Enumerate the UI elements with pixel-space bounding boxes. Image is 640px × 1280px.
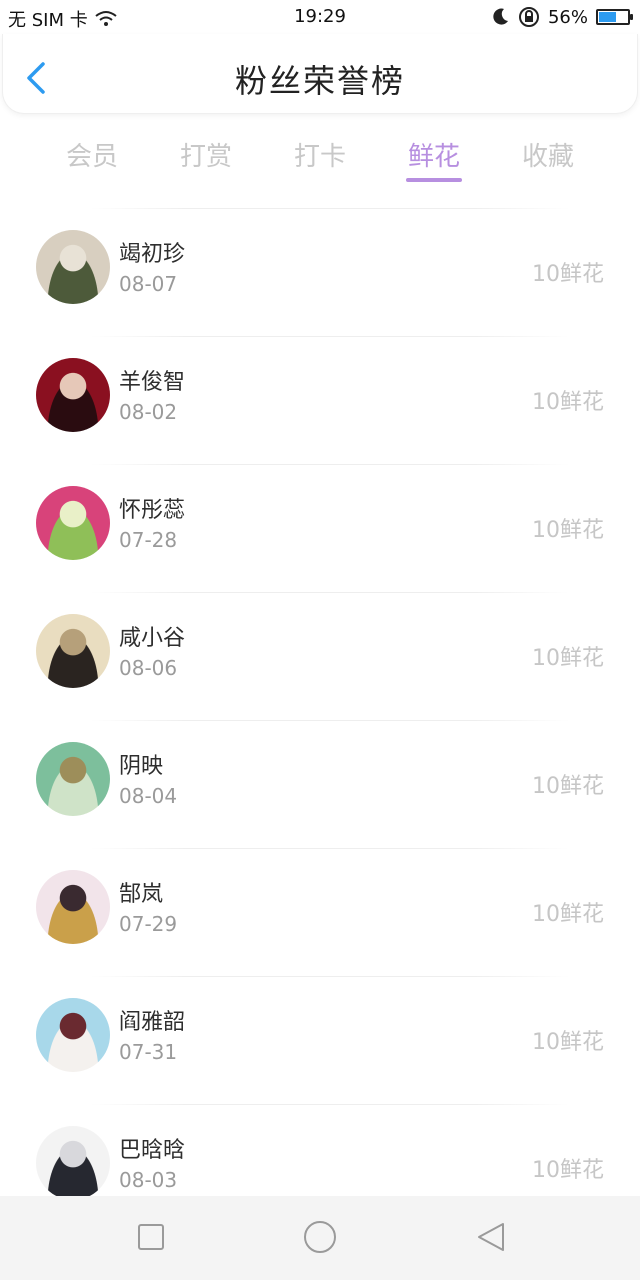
flower-amount: 10鲜花: [532, 262, 604, 287]
list-item[interactable]: 阎雅韶 07-31 10鲜花: [0, 976, 640, 1104]
fan-name: 巴晗晗: [119, 1138, 186, 1163]
fan-date: 07-28: [119, 528, 178, 552]
square-icon: [138, 1224, 164, 1250]
fan-date: 08-03: [119, 1168, 178, 1192]
page-title: 粉丝荣誉榜: [234, 62, 405, 100]
avatar: [36, 230, 110, 304]
fan-name: 怀彤蕊: [119, 498, 186, 523]
list-item[interactable]: 竭初珍 08-07 10鲜花: [0, 208, 640, 336]
fan-date: 08-02: [119, 400, 178, 424]
fan-name: 竭初珍: [119, 242, 186, 267]
fan-date: 08-06: [119, 656, 178, 680]
avatar: [36, 486, 110, 560]
divider: [90, 1104, 570, 1105]
divider: [90, 976, 570, 977]
avatar: [36, 614, 110, 688]
divider: [90, 208, 570, 209]
system-nav-bar: [0, 1196, 640, 1280]
fan-date: 08-04: [119, 784, 178, 808]
tab-0[interactable]: 会员: [52, 136, 132, 173]
tab-1[interactable]: 打赏: [166, 136, 246, 173]
divider: [90, 336, 570, 337]
fan-name: 阴映: [119, 754, 164, 779]
back-nav-button[interactable]: [474, 1220, 508, 1254]
fan-date: 07-29: [119, 912, 178, 936]
flower-amount: 10鲜花: [532, 774, 604, 799]
active-tab-underline: [406, 178, 462, 182]
list-item[interactable]: 阴映 08-04 10鲜花: [0, 720, 640, 848]
recent-apps-button[interactable]: [134, 1220, 168, 1254]
fan-name: 阎雅韶: [119, 1010, 186, 1035]
avatar: [36, 1126, 110, 1200]
flower-amount: 10鲜花: [532, 390, 604, 415]
tab-4[interactable]: 收藏: [508, 136, 588, 173]
status-bar: 无 SIM 卡 19:29 56%: [0, 0, 640, 34]
flower-amount: 10鲜花: [532, 902, 604, 927]
rotation-lock-icon: [518, 7, 539, 27]
avatar: [36, 998, 110, 1072]
divider: [90, 592, 570, 593]
header: 粉丝荣誉榜: [2, 34, 638, 114]
status-right: 56%: [490, 6, 633, 28]
list-item[interactable]: 咸小谷 08-06 10鲜花: [0, 592, 640, 720]
tab-label: 打卡: [293, 142, 346, 172]
list-item[interactable]: 羊俊智 08-02 10鲜花: [0, 336, 640, 464]
battery-fill: [599, 12, 616, 22]
fan-name: 郜岚: [119, 882, 164, 907]
avatar: [36, 358, 110, 432]
list-item[interactable]: 怀彤蕊 07-28 10鲜花: [0, 464, 640, 592]
circle-icon: [304, 1221, 336, 1253]
flower-amount: 10鲜花: [532, 518, 604, 543]
fan-name: 羊俊智: [119, 370, 186, 395]
divider: [90, 464, 570, 465]
flower-amount: 10鲜花: [532, 646, 604, 671]
flower-amount: 10鲜花: [532, 1030, 604, 1055]
moon-icon: [493, 8, 508, 25]
triangle-back-icon: [478, 1223, 504, 1251]
tab-bar: 会员 打赏 打卡 鲜花 收藏: [0, 128, 640, 190]
tab-3[interactable]: 鲜花: [394, 136, 474, 182]
tab-label: 收藏: [521, 142, 574, 172]
divider: [90, 848, 570, 849]
home-button[interactable]: [303, 1220, 337, 1254]
avatar: [36, 870, 110, 944]
fan-date: 08-07: [119, 272, 178, 296]
flower-amount: 10鲜花: [532, 1158, 604, 1183]
fan-name: 咸小谷: [119, 626, 186, 651]
battery-percent: 56%: [547, 6, 588, 28]
list-item[interactable]: 郜岚 07-29 10鲜花: [0, 848, 640, 976]
tab-label: 鲜花: [407, 142, 460, 172]
fan-date: 07-31: [119, 1040, 178, 1064]
tab-2[interactable]: 打卡: [280, 136, 360, 173]
divider: [90, 720, 570, 721]
tab-label: 打赏: [179, 142, 232, 172]
tab-label: 会员: [65, 142, 118, 172]
avatar: [36, 742, 110, 816]
battery-icon: [596, 9, 633, 25]
